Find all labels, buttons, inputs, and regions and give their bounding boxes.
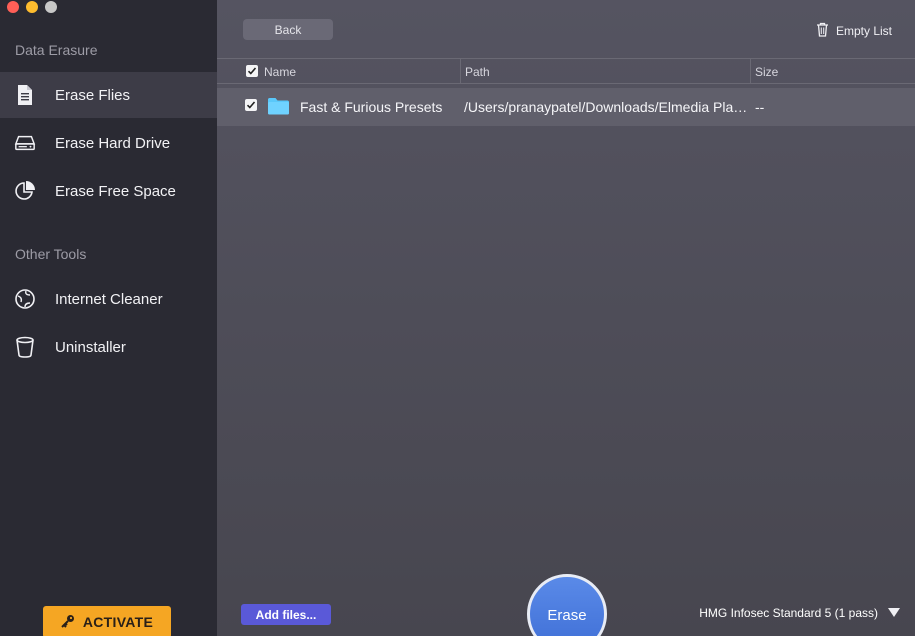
activate-button[interactable]: ACTIVATE — [43, 606, 171, 636]
erase-label: Erase — [547, 607, 587, 624]
activate-label: ACTIVATE — [82, 614, 154, 630]
erase-method-label: HMG Infosec Standard 5 (1 pass) — [699, 606, 878, 620]
sidebar-item-label: Internet Cleaner — [55, 290, 163, 308]
zoom-window-button[interactable] — [45, 1, 57, 13]
checkmark-icon — [246, 101, 256, 109]
column-header-label: Name — [264, 64, 297, 79]
document-icon — [14, 84, 36, 106]
sidebar-item-erase-free-space[interactable]: Erase Free Space — [0, 168, 217, 214]
sidebar-item-internet-cleaner[interactable]: Internet Cleaner — [0, 276, 217, 322]
sidebar-item-label: Uninstaller — [55, 338, 126, 356]
sidebar-item-erase-files[interactable]: Erase Flies — [0, 72, 217, 118]
sidebar-item-label: Erase Free Space — [55, 182, 176, 200]
hard-drive-icon — [14, 132, 36, 154]
empty-list-button[interactable]: Empty List — [816, 22, 892, 40]
row-name: Fast & Furious Presets — [300, 99, 443, 115]
erase-method-dropdown[interactable]: HMG Infosec Standard 5 (1 pass) — [699, 606, 900, 620]
select-all-checkbox[interactable] — [246, 65, 258, 77]
add-files-button[interactable]: Add files... — [241, 604, 331, 625]
section-title-data-erasure: Data Erasure — [15, 42, 98, 58]
sidebar: Data Erasure Erase Flies Erase Hard Driv… — [0, 0, 217, 636]
minimize-window-button[interactable] — [26, 1, 38, 13]
empty-list-label: Empty List — [835, 24, 892, 38]
row-size: -- — [755, 99, 765, 115]
sidebar-item-label: Erase Hard Drive — [55, 134, 171, 152]
row-path: /Users/pranaypatel/Downloads/Elmedia Pla… — [464, 99, 749, 115]
key-icon — [61, 614, 75, 631]
table-header: Name Path Size — [217, 58, 915, 84]
window-controls — [7, 1, 57, 13]
sidebar-item-label: Erase Flies — [55, 86, 131, 104]
dropdown-arrow-icon — [888, 606, 900, 620]
trash-can-icon — [14, 336, 36, 358]
column-header-label: Size — [755, 64, 779, 79]
row-checkbox[interactable] — [245, 99, 257, 111]
sidebar-item-erase-hard-drive[interactable]: Erase Hard Drive — [0, 120, 217, 166]
column-header-label: Path — [465, 64, 490, 79]
back-button[interactable]: Back — [243, 19, 333, 40]
globe-icon — [14, 288, 36, 310]
trash-icon — [816, 22, 829, 40]
pie-chart-icon — [14, 180, 36, 202]
table-row[interactable]: Fast & Furious Presets /Users/pranaypate… — [217, 88, 915, 126]
folder-icon — [267, 97, 290, 118]
section-title-other-tools: Other Tools — [15, 246, 87, 262]
column-header-size[interactable]: Size — [751, 59, 915, 84]
sidebar-item-uninstaller[interactable]: Uninstaller — [0, 324, 217, 370]
column-header-path[interactable]: Path — [461, 59, 751, 84]
erase-button[interactable]: Erase — [527, 574, 607, 636]
close-window-button[interactable] — [7, 1, 19, 13]
checkmark-icon — [247, 67, 257, 75]
column-header-name[interactable]: Name — [217, 59, 461, 84]
main-panel: Back Empty List Name Path Size Fast & Fu… — [217, 0, 915, 636]
